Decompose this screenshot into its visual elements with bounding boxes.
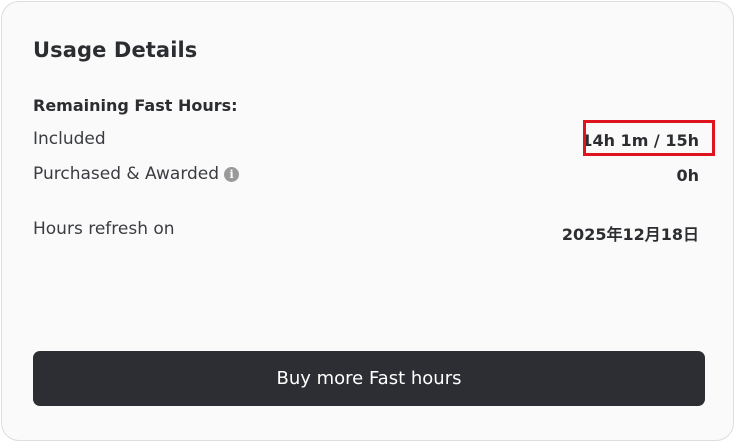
card-title: Usage Details xyxy=(33,38,198,62)
purchased-awarded-value: 0h xyxy=(676,166,699,185)
buy-more-fast-hours-button[interactable]: Buy more Fast hours xyxy=(33,351,705,406)
hours-refresh-label: Hours refresh on xyxy=(33,219,175,239)
hours-refresh-value: 2025年12月18日 xyxy=(561,225,699,244)
purchased-awarded-label: Purchased & Awarded xyxy=(33,164,220,184)
remaining-fast-hours-label: Remaining Fast Hours: xyxy=(33,96,238,115)
purchased-awarded-row: Purchased & Awarded i xyxy=(33,164,240,184)
info-icon[interactable]: i xyxy=(224,166,240,182)
highlight-annotation-box xyxy=(583,120,715,156)
usage-details-card: Usage Details Remaining Fast Hours: Incl… xyxy=(1,1,734,441)
included-label: Included xyxy=(33,129,106,149)
